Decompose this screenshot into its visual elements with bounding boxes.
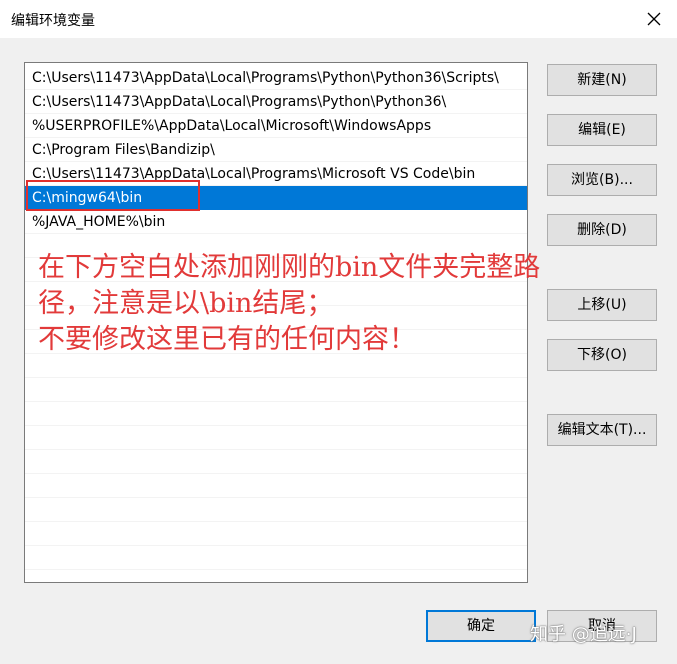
empty-list-row[interactable] [25, 546, 527, 570]
list-item[interactable]: %JAVA_HOME%\bin [25, 210, 527, 234]
close-icon [647, 12, 661, 26]
empty-list-row[interactable] [25, 450, 527, 474]
empty-list-row[interactable] [25, 426, 527, 450]
move-up-button[interactable]: 上移(U) [547, 289, 657, 321]
close-button[interactable] [631, 0, 677, 38]
empty-list-row[interactable] [25, 522, 527, 546]
browse-button[interactable]: 浏览(B)... [547, 164, 657, 196]
ok-button[interactable]: 确定 [426, 610, 536, 642]
edit-button[interactable]: 编辑(E) [547, 114, 657, 146]
new-button[interactable]: 新建(N) [547, 64, 657, 96]
list-item[interactable]: C:\Users\11473\AppData\Local\Programs\Py… [25, 90, 527, 114]
list-item[interactable]: C:\Users\11473\AppData\Local\Programs\Mi… [25, 162, 527, 186]
window-title: 编辑环境变量 [11, 13, 95, 29]
delete-button[interactable]: 删除(D) [547, 214, 657, 246]
list-item[interactable]: %USERPROFILE%\AppData\Local\Microsoft\Wi… [25, 114, 527, 138]
empty-list-row[interactable] [25, 378, 527, 402]
list-item[interactable]: C:\Users\11473\AppData\Local\Programs\Py… [25, 66, 527, 90]
annotation-line: 在下方空白处添加刚刚的bin文件夹完整路 [38, 252, 541, 283]
edit-text-button[interactable]: 编辑文本(T)... [547, 414, 657, 446]
empty-list-row[interactable] [25, 474, 527, 498]
empty-list-row[interactable] [25, 402, 527, 426]
title-bar: 编辑环境变量 [0, 0, 677, 38]
list-item[interactable]: C:\Program Files\Bandizip\ [25, 138, 527, 162]
move-down-button[interactable]: 下移(O) [547, 339, 657, 371]
watermark: 知乎 @追远·J [530, 624, 637, 645]
list-item-selected[interactable]: C:\mingw64\bin [25, 186, 527, 210]
empty-list-row[interactable] [25, 498, 527, 522]
